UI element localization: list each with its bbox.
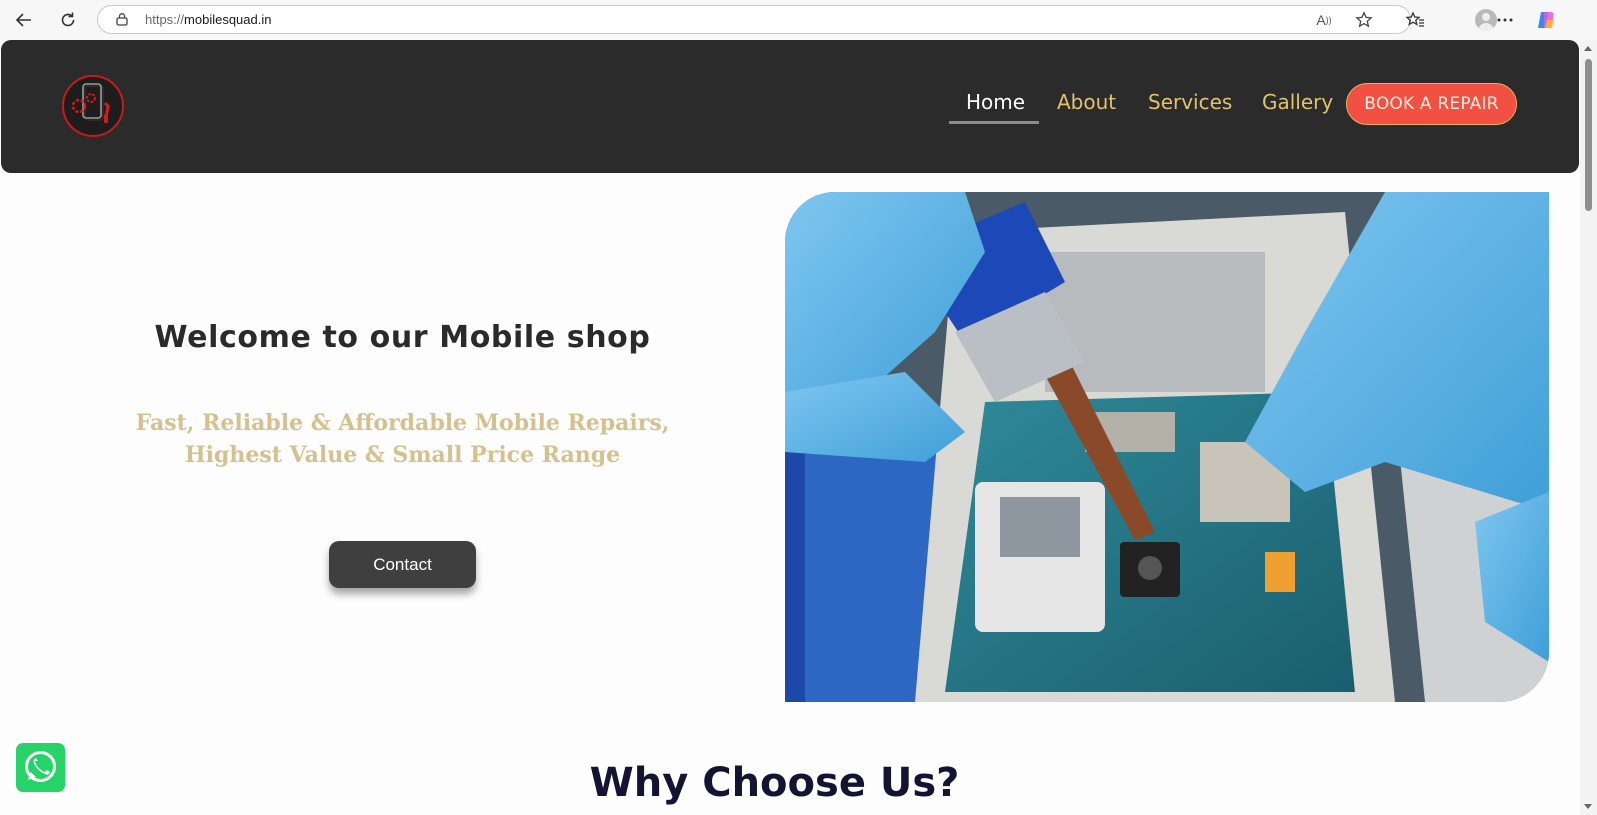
more-icon[interactable]	[1491, 6, 1519, 34]
back-icon[interactable]	[10, 6, 38, 34]
contact-button[interactable]: Contact	[329, 541, 476, 588]
nav-about[interactable]: About	[1057, 90, 1116, 114]
lock-icon[interactable]	[115, 12, 129, 26]
scroll-up-icon[interactable]	[1584, 46, 1592, 51]
read-aloud-icon[interactable]: A))	[1315, 11, 1333, 29]
address-bar[interactable]: https://mobilesquad.in A))	[97, 5, 1411, 34]
site-header: Home About Services Gallery BOOK A REPAI…	[1, 40, 1579, 173]
logo[interactable]	[62, 75, 124, 137]
scrollbar-thumb[interactable]	[1585, 59, 1592, 211]
hero-title: Welcome to our Mobile shop	[154, 320, 651, 355]
favorite-star-icon[interactable]	[1355, 11, 1373, 29]
scroll-down-icon[interactable]	[1584, 804, 1592, 809]
book-repair-button[interactable]: BOOK A REPAIR	[1346, 83, 1517, 125]
reload-icon[interactable]	[54, 6, 82, 34]
hero-subtitle-line: Fast, Reliable & Affordable Mobile Repai…	[135, 410, 670, 436]
hero-subtitle: Fast, Reliable & Affordable Mobile Repai…	[100, 407, 705, 471]
favorites-icon[interactable]	[1401, 6, 1429, 34]
hero-repair-photo	[785, 192, 1549, 702]
page-viewport: Home About Services Gallery BOOK A REPAI…	[0, 40, 1580, 815]
nav-active-indicator	[949, 121, 1039, 124]
nav-gallery[interactable]: Gallery	[1262, 90, 1333, 114]
copilot-icon[interactable]	[1532, 6, 1560, 34]
whatsapp-icon[interactable]	[16, 743, 65, 792]
page-scrollbar[interactable]	[1580, 40, 1597, 815]
nav-services[interactable]: Services	[1148, 90, 1232, 114]
hero-subtitle-line: Highest Value & Small Price Range	[184, 442, 621, 468]
why-choose-us-title: Why Choose Us?	[589, 760, 960, 806]
browser-toolbar: https://mobilesquad.in A))	[0, 0, 1597, 41]
nav-home[interactable]: Home	[966, 90, 1025, 114]
url-text[interactable]: https://mobilesquad.in	[145, 12, 271, 27]
